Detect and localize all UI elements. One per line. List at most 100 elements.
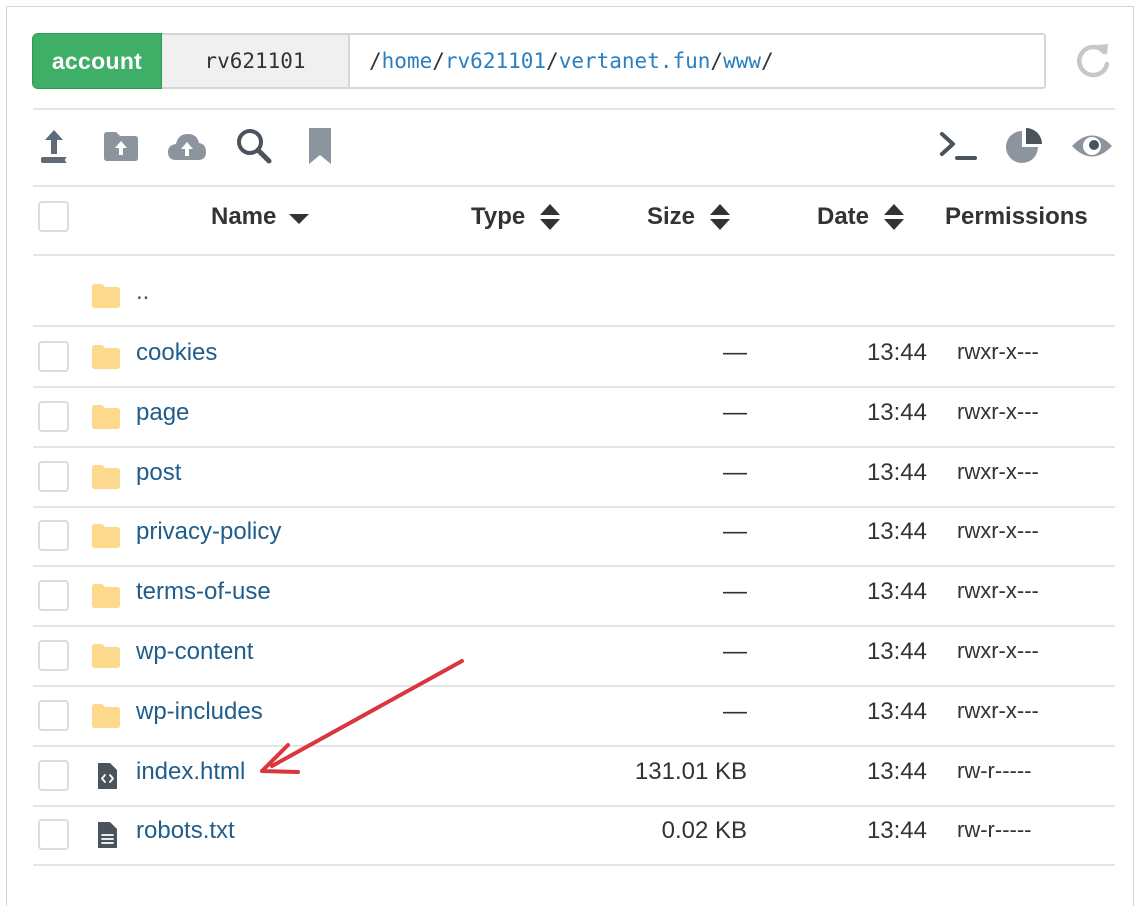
- path-separator: /: [546, 49, 559, 73]
- table-row[interactable]: cookies — 13:44 rwxr-x---: [33, 327, 1115, 388]
- file-size: —: [723, 458, 747, 486]
- row-checkbox[interactable]: [38, 640, 69, 671]
- file-size: 0.02 KB: [661, 817, 747, 845]
- file-date: 13:44: [866, 638, 927, 665]
- table-row[interactable]: wp-includes — 13:44 rwxr-x---: [33, 686, 1115, 747]
- file-date: 13:44: [866, 518, 927, 546]
- file-name-link[interactable]: terms-of-use: [136, 578, 271, 606]
- file-permissions: rwxr-x---: [957, 518, 1039, 544]
- bookmark-icon[interactable]: [298, 124, 342, 168]
- sort-down-icon: [289, 214, 310, 224]
- row-checkbox[interactable]: [38, 759, 69, 791]
- column-header-type[interactable]: Type: [471, 200, 561, 234]
- folder-icon: [92, 703, 120, 728]
- file-size: —: [723, 518, 747, 546]
- file-permissions: rwxr-x---: [957, 638, 1039, 663]
- row-checkbox[interactable]: [38, 580, 69, 612]
- path-separator: /: [710, 49, 724, 73]
- column-header-permissions-label: Permissions: [945, 203, 1088, 230]
- file-date: 13:44: [866, 339, 927, 366]
- file-name-link[interactable]: post: [136, 459, 181, 487]
- cloud-upload-icon[interactable]: [165, 124, 209, 168]
- parent-directory-row[interactable]: ..: [33, 266, 1115, 327]
- table-row[interactable]: robots.txt 0.02 KB 13:44 rw-r-----: [33, 805, 1115, 867]
- table-row[interactable]: wp-content — 13:44 rwxr-x---: [33, 626, 1115, 687]
- file-name-link[interactable]: robots.txt: [136, 817, 235, 845]
- file-permissions: rw-r-----: [957, 817, 1032, 843]
- row-checkbox[interactable]: [38, 699, 69, 731]
- divider: [33, 254, 1115, 256]
- path-separator: /: [369, 49, 382, 73]
- refresh-icon[interactable]: [1073, 40, 1113, 80]
- row-checkbox[interactable]: [38, 341, 69, 372]
- path-separator: /: [761, 49, 774, 73]
- eye-icon[interactable]: [1070, 124, 1114, 168]
- file-name-link[interactable]: page: [136, 399, 189, 427]
- table-row[interactable]: index.html 131.01 KB 13:44 rw-r-----: [33, 746, 1115, 807]
- file-size: 131.01 KB: [634, 757, 747, 785]
- parent-directory-link[interactable]: ..: [136, 278, 149, 306]
- file-date: 13:44: [866, 398, 927, 426]
- file-date: 13:44: [866, 458, 927, 486]
- file-date: 13:44: [866, 697, 927, 725]
- file-name-link[interactable]: privacy-policy: [136, 518, 281, 546]
- text-file-icon: [98, 822, 117, 849]
- folder-icon: [92, 284, 120, 308]
- account-badge[interactable]: account: [32, 33, 162, 89]
- file-permissions: rwxr-x---: [957, 578, 1039, 604]
- select-all-checkbox[interactable]: [38, 201, 69, 232]
- table-row[interactable]: terms-of-use — 13:44 rwxr-x---: [33, 566, 1115, 628]
- file-name-link[interactable]: wp-includes: [136, 698, 263, 726]
- path-segment-www[interactable]: www: [723, 49, 761, 73]
- sort-icon: [884, 204, 905, 230]
- row-checkbox[interactable]: [38, 400, 69, 432]
- file-date: 13:44: [866, 757, 927, 785]
- file-size: —: [723, 398, 747, 426]
- file-name-link[interactable]: index.html: [136, 758, 245, 786]
- folder-icon: [92, 404, 120, 429]
- file-permissions: rwxr-x---: [957, 398, 1039, 424]
- column-header-date[interactable]: Date: [817, 200, 905, 234]
- folder-icon: [92, 524, 120, 549]
- folder-icon: [92, 584, 120, 609]
- column-header-name-label: Name: [211, 203, 277, 230]
- sort-icon: [710, 204, 731, 230]
- file-name-link[interactable]: wp-content: [136, 638, 253, 666]
- column-header-date-label: Date: [817, 203, 870, 230]
- path-segment-domain[interactable]: vertanet.fun: [559, 49, 711, 73]
- upload-folder-icon[interactable]: [99, 124, 143, 168]
- column-header-type-label: Type: [471, 203, 526, 230]
- folder-icon: [92, 464, 120, 489]
- column-header-size-label: Size: [647, 203, 696, 230]
- path-segment-user[interactable]: rv621101: [445, 49, 546, 73]
- table-row[interactable]: page — 13:44 rwxr-x---: [33, 387, 1115, 448]
- path-segment-home[interactable]: home: [382, 49, 433, 73]
- upload-file-icon[interactable]: [32, 124, 76, 168]
- row-checkbox[interactable]: [38, 819, 69, 851]
- file-permissions: rwxr-x---: [957, 339, 1039, 364]
- column-header-size[interactable]: Size: [647, 200, 731, 234]
- search-icon[interactable]: [232, 124, 276, 168]
- account-user: rv621101: [162, 33, 348, 89]
- folder-icon: [92, 345, 120, 369]
- file-permissions: rwxr-x---: [957, 458, 1039, 484]
- file-size: —: [723, 339, 747, 366]
- file-size: —: [723, 638, 747, 665]
- path-breadcrumb[interactable]: / home / rv621101/vertanet.fun / www /: [348, 33, 1046, 89]
- path-separator: /: [432, 49, 445, 73]
- row-checkbox[interactable]: [38, 520, 69, 552]
- folder-icon: [92, 644, 120, 668]
- column-header-name[interactable]: Name: [211, 200, 310, 234]
- divider: [33, 185, 1115, 187]
- file-permissions: rw-r-----: [957, 757, 1032, 783]
- column-header-permissions: Permissions: [945, 200, 1088, 234]
- row-checkbox[interactable]: [38, 460, 69, 492]
- divider: [33, 108, 1115, 110]
- path-bar: account rv621101 /home / rv621101/vertanet…: [32, 33, 1046, 89]
- table-row[interactable]: post — 13:44 rwxr-x---: [33, 447, 1115, 508]
- table-row[interactable]: privacy-policy — 13:44 rwxr-x---: [33, 506, 1115, 568]
- file-permissions: rwxr-x---: [957, 697, 1039, 723]
- terminal-icon[interactable]: [936, 124, 980, 168]
- file-name-link[interactable]: cookies: [136, 339, 217, 367]
- pie-chart-icon[interactable]: [1003, 124, 1047, 168]
